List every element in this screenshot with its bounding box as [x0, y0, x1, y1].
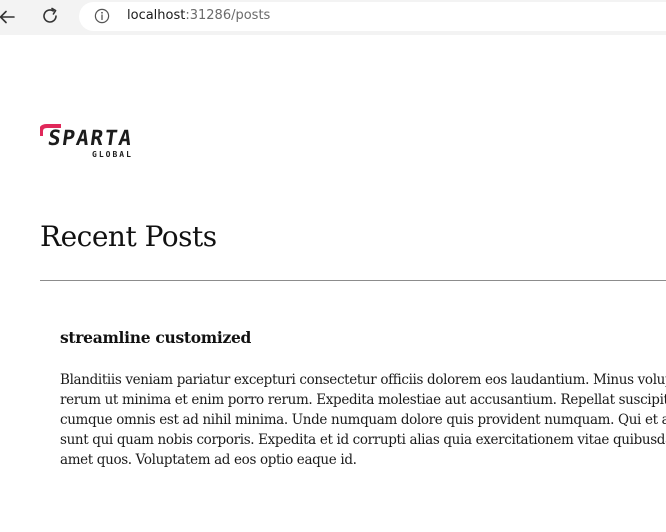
info-icon[interactable] — [94, 8, 110, 24]
url-path: :31286/posts — [185, 8, 271, 23]
logo-subtitle: GLOBAL — [92, 150, 133, 159]
url-text[interactable]: localhost:31286/posts — [127, 8, 270, 23]
post-body-line: Blanditiis veniam pariatur excepturi con… — [60, 372, 666, 388]
title-divider — [40, 280, 666, 281]
address-bar[interactable]: localhost:31286/posts — [79, 2, 666, 31]
post-card: streamline customized Blanditiis veniam … — [60, 328, 666, 468]
page-title: Recent Posts — [40, 220, 217, 253]
post-body-line: sunt qui quam nobis corporis. Expedita e… — [60, 432, 666, 448]
back-arrow-icon[interactable] — [0, 6, 18, 28]
sparta-global-logo[interactable]: SPARTA GLOBAL — [40, 122, 150, 164]
logo-wordmark: SPARTA — [46, 126, 135, 150]
post-body-line: rerum ut minima et enim porro rerum. Exp… — [60, 392, 666, 408]
reload-icon[interactable] — [39, 5, 61, 27]
url-host: localhost — [127, 8, 186, 23]
post-body-line: amet quos. Voluptatem ad eos optio eaque… — [60, 452, 357, 468]
post-body-line: cumque omnis est ad nihil minima. Unde n… — [60, 412, 666, 428]
browser-toolbar: localhost:31286/posts — [0, 0, 666, 35]
post-body: Blanditiis veniam pariatur excepturi con… — [60, 370, 666, 480]
post-title[interactable]: streamline customized — [60, 328, 666, 347]
